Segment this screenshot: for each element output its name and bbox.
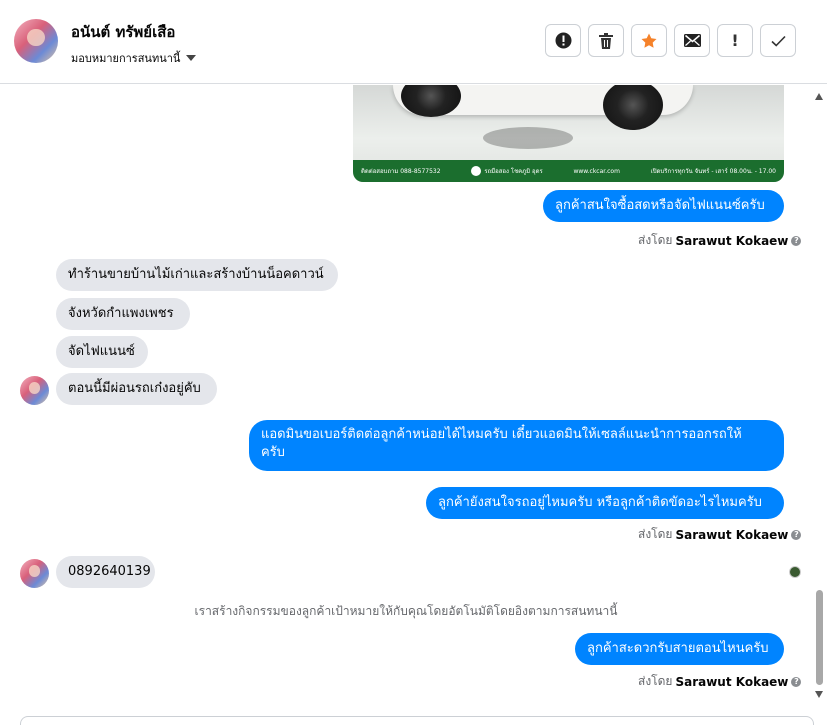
- dealer-name: รถมือสอง โชคภูมิ อุดร: [484, 168, 543, 175]
- message-bubble-incoming[interactable]: ตอนนี้มีผ่อนรถเก๋งอยู่คับ: [56, 373, 217, 405]
- help-icon[interactable]: ?: [791, 676, 802, 687]
- sender-name: Sarawut Kokaew: [675, 233, 789, 248]
- floor-reflection: [483, 127, 573, 149]
- sent-by-prefix: ส่งโดย: [638, 233, 673, 247]
- dealer-banner: ติดต่อสอบถาม 088-8577532 รถมือสอง โชคภูม…: [353, 160, 784, 182]
- check-icon: [770, 35, 786, 47]
- conversation-toolbar: !: [545, 24, 796, 57]
- contact-avatar-small[interactable]: [20, 376, 49, 405]
- facebook-icon: [471, 166, 482, 176]
- mark-done-button[interactable]: [760, 24, 796, 57]
- message-bubble-incoming[interactable]: ทำร้านขายบ้านไม้เก่าและสร้างบ้านน็อคดาวน…: [56, 259, 338, 291]
- sender-name: Sarawut Kokaew: [675, 674, 789, 689]
- scroll-up-arrow-icon[interactable]: [815, 93, 823, 100]
- conversation-header: อนันต์ ทรัพย์เสือ มอบหมายการสนทนานี้ !: [0, 0, 827, 84]
- message-bubble-incoming[interactable]: จังหวัดกำแพงเพชร: [56, 298, 190, 330]
- scrollbar-thumb[interactable]: [816, 590, 823, 685]
- trash-icon: [599, 32, 613, 49]
- dealer-hours: เปิดบริการทุกวัน จันทร์ - เสาร์ 08.00น. …: [650, 168, 776, 175]
- follow-up-button[interactable]: !: [717, 24, 753, 57]
- system-notice: เราสร้างกิจกรรมของลูกค้าเป้าหมายให้กับคุ…: [194, 604, 618, 618]
- dealer-website: www.ckcar.com: [573, 167, 620, 175]
- thread-scrollbar[interactable]: [812, 85, 827, 721]
- car-wheel: [603, 85, 663, 130]
- message-bubble-outgoing[interactable]: ลูกค้ายังสนใจรถอยู่ไหมครับ หรือลูกค้าติด…: [426, 487, 784, 519]
- message-line: แอดมินขอเบอร์ติดต่อลูกค้าหน่อยได้ไหมครับ…: [261, 427, 742, 442]
- dealer-phone: ติดต่อสอบถาม 088-8577532: [361, 168, 441, 175]
- delete-button[interactable]: [588, 24, 624, 57]
- sent-by-label: ส่งโดย Sarawut Kokaew ?: [638, 525, 802, 544]
- star-icon: [641, 33, 657, 48]
- sent-by-label: ส่งโดย Sarawut Kokaew ?: [638, 231, 802, 250]
- envelope-icon: [683, 34, 701, 47]
- message-bubble-outgoing[interactable]: ลูกค้าสนใจซื้อสดหรือจัดไฟแนนซ์ครับ: [543, 190, 784, 222]
- message-bubble-incoming[interactable]: 0892640139: [56, 556, 155, 588]
- mark-unread-button[interactable]: [674, 24, 710, 57]
- assign-conversation-dropdown[interactable]: มอบหมายการสนทนานี้: [71, 49, 197, 67]
- star-button[interactable]: [631, 24, 667, 57]
- caret-down-icon: [186, 55, 197, 61]
- exclamation-icon: !: [731, 31, 739, 50]
- help-icon[interactable]: ?: [791, 529, 802, 540]
- message-bubble-incoming[interactable]: จัดไฟแนนซ์: [56, 336, 148, 368]
- sent-by-prefix: ส่งโดย: [638, 674, 673, 688]
- message-bubble-outgoing[interactable]: ลูกค้าสะดวกรับสายตอนไหนครับ: [575, 633, 784, 665]
- message-line: ครับ: [261, 445, 285, 460]
- sent-by-label: ส่งโดย Sarawut Kokaew ?: [638, 672, 802, 691]
- dealer-page: รถมือสอง โชคภูมิ อุดร: [471, 166, 543, 176]
- seen-receipt-avatar: [789, 566, 801, 578]
- contact-avatar[interactable]: [14, 19, 58, 63]
- help-icon[interactable]: ?: [791, 235, 802, 246]
- contact-name[interactable]: อนันต์ ทรัพย์เสือ: [71, 20, 175, 44]
- sent-by-prefix: ส่งโดย: [638, 527, 673, 541]
- scroll-down-arrow-icon[interactable]: [815, 691, 823, 698]
- message-bubble-outgoing[interactable]: แอดมินขอเบอร์ติดต่อลูกค้าหน่อยได้ไหมครับ…: [249, 420, 784, 471]
- sender-name: Sarawut Kokaew: [675, 527, 789, 542]
- alert-circle-icon: [555, 32, 571, 49]
- car-photo-attachment[interactable]: ติดต่อสอบถาม 088-8577532 รถมือสอง โชคภูม…: [353, 85, 784, 182]
- assign-label: มอบหมายการสนทนานี้: [71, 52, 181, 65]
- mark-spam-button[interactable]: [545, 24, 581, 57]
- contact-avatar-small[interactable]: [20, 559, 49, 588]
- message-thread: ติดต่อสอบถาม 088-8577532 รถมือสอง โชคภูม…: [0, 85, 812, 721]
